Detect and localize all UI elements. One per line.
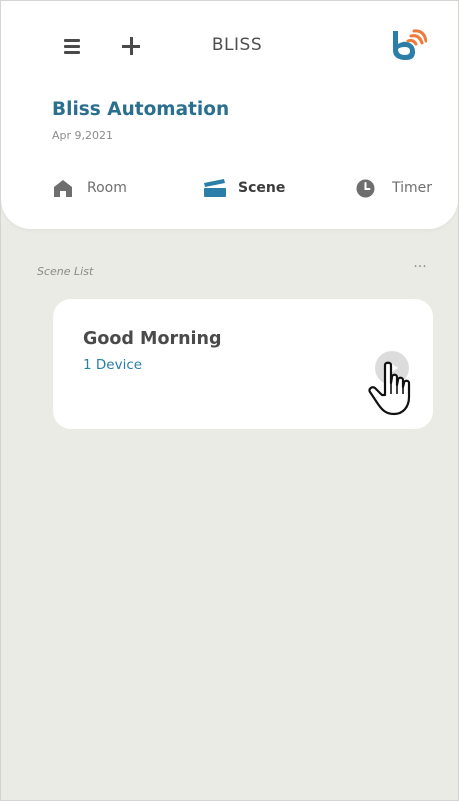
tab-scene[interactable]: Scene	[203, 177, 303, 201]
scene-name: Good Morning	[83, 329, 222, 349]
clapperboard-icon	[204, 179, 226, 197]
scene-list-label: Scene List	[37, 265, 94, 278]
clock-icon	[356, 179, 375, 198]
tab-room[interactable]: Room	[53, 177, 143, 201]
scene-device-count: 1 Device	[83, 357, 143, 373]
hamburger-menu-icon[interactable]	[64, 37, 82, 55]
current-date: Apr 9,2021	[52, 129, 114, 142]
tab-timer-label: Timer	[392, 180, 433, 196]
tab-scene-label: Scene	[238, 180, 286, 196]
scene-card-good-morning[interactable]: Good Morning 1 Device	[53, 299, 433, 429]
more-dots-icon[interactable]: ···	[411, 259, 429, 275]
home-icon	[54, 180, 72, 197]
header-panel: BLISS Bliss Automation Apr 9,2021 Room S…	[1, 1, 458, 229]
tab-room-label: Room	[87, 180, 127, 196]
add-plus-icon[interactable]	[121, 36, 141, 56]
brand-name: Bliss Automation	[52, 99, 230, 120]
tab-timer[interactable]: Timer	[356, 177, 451, 201]
app-title: BLISS	[211, 35, 263, 55]
play-icon[interactable]	[375, 351, 409, 385]
bliss-logo-icon[interactable]	[387, 28, 427, 62]
app-screen: BLISS Bliss Automation Apr 9,2021 Room S…	[0, 0, 459, 801]
